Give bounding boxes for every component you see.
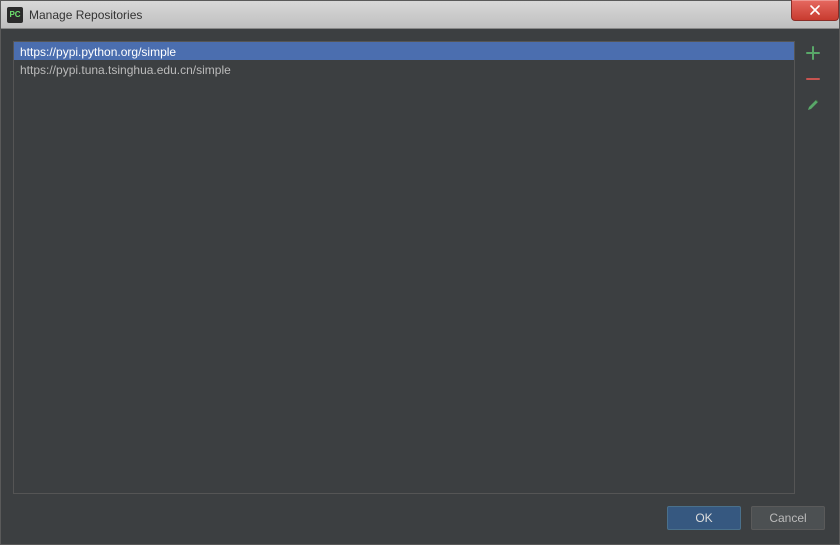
repository-list[interactable]: https://pypi.python.org/simplehttps://py… (13, 41, 795, 494)
pycharm-icon: PC (7, 7, 23, 23)
ok-button[interactable]: OK (667, 506, 741, 530)
remove-button[interactable] (803, 69, 823, 89)
dialog-window: PC Manage Repositories https://pypi.pyth… (0, 0, 840, 545)
dialog-content: https://pypi.python.org/simplehttps://py… (1, 29, 839, 544)
side-toolbar (803, 41, 827, 494)
dialog-footer: OK Cancel (13, 494, 827, 532)
cancel-button[interactable]: Cancel (751, 506, 825, 530)
edit-button[interactable] (803, 95, 823, 115)
repository-item[interactable]: https://pypi.python.org/simple (14, 42, 794, 60)
plus-icon (805, 45, 821, 61)
minus-icon (805, 71, 821, 87)
add-button[interactable] (803, 43, 823, 63)
titlebar: PC Manage Repositories (1, 1, 839, 29)
window-title: Manage Repositories (29, 8, 142, 22)
close-icon (809, 4, 821, 16)
pencil-icon (805, 97, 821, 113)
list-area: https://pypi.python.org/simplehttps://py… (13, 41, 827, 494)
repository-item[interactable]: https://pypi.tuna.tsinghua.edu.cn/simple (14, 60, 794, 78)
close-button[interactable] (791, 0, 839, 21)
